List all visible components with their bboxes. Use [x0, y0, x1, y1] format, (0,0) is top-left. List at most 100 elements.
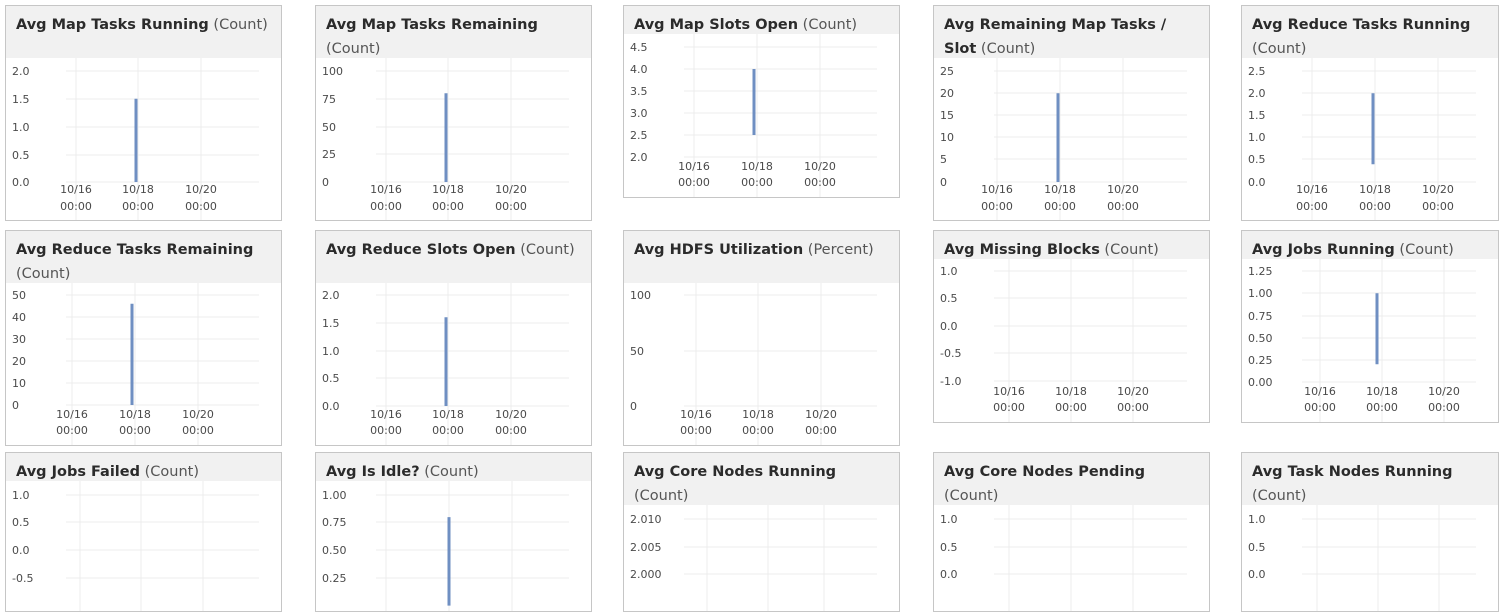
chart-panel-avg-hdfs-utilization: Avg HDFS Utilization (Percent) 100 50 0 10/1… [623, 230, 900, 446]
chart-unit: (Count) [1252, 41, 1307, 57]
y-tick-label: 0.0 [1248, 176, 1266, 189]
x-tick-label-time: 00:00 [993, 401, 1025, 414]
chart-panel-avg-remaining-map-tasks-slot: Avg Remaining Map Tasks / Slot (Count) 25… [933, 5, 1210, 221]
x-tick-label-date: 10/16 [678, 160, 710, 173]
x-tick-label-time: 00:00 [432, 200, 464, 213]
y-tick-label: 25 [322, 148, 336, 161]
chart-panel-avg-jobs-failed: Avg Jobs Failed (Count) 1.0 0.5 0.0 -0.5 [5, 452, 282, 612]
x-tick-label-date: 10/20 [495, 408, 527, 421]
chart-title: Avg Missing Blocks (Count) [934, 231, 1209, 259]
y-tick-label: 2.000 [630, 568, 662, 581]
chart-svg: 4.5 4.0 3.5 3.0 2.5 2.0 10/16 00:00 10/18 00:00 10… [630, 34, 877, 197]
x-tick-label-date: 10/16 [981, 183, 1013, 196]
x-tick-label-date: 10/16 [370, 183, 402, 196]
y-tick-label: 2.0 [630, 151, 648, 164]
y-tick-label: 50 [322, 121, 336, 134]
y-tick-label: 1.0 [12, 121, 30, 134]
x-tick-label-time: 00:00 [119, 424, 151, 437]
chart-unit: (Count) [634, 488, 689, 504]
x-tick-label-time: 00:00 [182, 424, 214, 437]
chart-unit: (Count) [140, 464, 199, 480]
x-tick-label-date: 10/20 [185, 183, 217, 196]
x-tick-label-time: 00:00 [1428, 401, 1460, 414]
y-tick-label: 10 [940, 131, 954, 144]
chart-title-text: Avg Missing Blocks [944, 242, 1100, 258]
chart-title-text: Avg Core Nodes Running [634, 464, 837, 480]
y-tick-label: 0.0 [12, 176, 30, 189]
y-tick-label: 30 [12, 333, 26, 346]
y-tick-label: 3.0 [630, 107, 648, 120]
chart-panel-avg-reduce-slots-open: Avg Reduce Slots Open (Count) 2.0 1.5 1.0 0.… [315, 230, 592, 446]
y-tick-label: 50 [12, 289, 26, 302]
chart-title: Avg Task Nodes Running (Count) [1242, 453, 1498, 505]
chart-plot: 1.0 0.5 0.0 [934, 505, 1209, 611]
chart-title: Avg Core Nodes Running (Count) [624, 453, 899, 505]
chart-plot: 1.00 0.75 0.50 0.25 [316, 481, 591, 611]
x-tick-label-date: 10/18 [742, 408, 774, 421]
y-tick-label: 0.0 [940, 568, 958, 581]
y-tick-label: -1.0 [940, 375, 961, 388]
chart-plot: 50 40 30 20 10 0 10/16 00:00 10/18 00:00 10/20 00:0… [6, 283, 281, 445]
chart-panel-avg-map-tasks-running: Avg Map Tasks Running (Count) 2.0 1.5 1.0 0.… [5, 5, 282, 221]
y-tick-label: 0 [322, 176, 329, 189]
y-tick-label: 2.010 [630, 513, 662, 526]
y-tick-label: 40 [12, 311, 26, 324]
x-tick-label-date: 10/20 [1422, 183, 1454, 196]
chart-unit: (Count) [1099, 242, 1159, 258]
chart-title-text: Avg Map Slots Open [634, 17, 799, 33]
x-tick-label-time: 00:00 [1107, 200, 1139, 213]
y-tick-label: 0.0 [1248, 568, 1266, 581]
x-tick-label-date: 10/16 [60, 183, 92, 196]
y-tick-label: 0.5 [940, 541, 958, 554]
chart-title: Avg Remaining Map Tasks / Slot (Count) [934, 6, 1209, 58]
chart-svg: 1.00 0.75 0.50 0.25 [322, 481, 569, 611]
y-tick-label: 0.5 [12, 149, 30, 162]
y-tick-label: 0.00 [1248, 376, 1273, 389]
chart-plot: 1.0 0.5 0.0 -0.5 -1.0 10/16 00:00 10/18 00:00 10/… [934, 259, 1209, 422]
chart-unit: (Count) [1252, 488, 1307, 504]
chart-unit: (Count) [419, 464, 479, 480]
chart-plot: 2.0 1.5 1.0 0.5 0.0 10/16 00:00 10/18 00:00 10/20… [316, 283, 591, 445]
y-tick-label: -0.5 [940, 347, 961, 360]
y-tick-label: 1.0 [12, 489, 30, 502]
y-tick-label: 0.5 [1248, 541, 1266, 554]
chart-unit: (Percent) [803, 242, 874, 258]
x-tick-label-time: 00:00 [1296, 200, 1328, 213]
y-tick-label: 0.75 [1248, 310, 1273, 323]
y-tick-label: 1.00 [1248, 287, 1273, 300]
y-tick-label: 50 [630, 345, 644, 358]
chart-svg: 1.0 0.5 0.0 [940, 505, 1187, 611]
chart-plot: 25 20 15 10 5 0 10/16 00:00 10/18 00:00 10/20 00:00 [934, 58, 1209, 220]
chart-title-text: Avg Reduce Slots Open [326, 242, 516, 258]
chart-panel-avg-map-tasks-remaining: Avg Map Tasks Remaining (Count) 100 75 50 25… [315, 5, 592, 221]
chart-title: Avg HDFS Utilization (Percent) [624, 231, 899, 283]
chart-unit: (Count) [208, 17, 268, 33]
chart-panel-avg-reduce-tasks-remaining: Avg Reduce Tasks Remaining (Count) 50 40 30… [5, 230, 282, 446]
x-tick-label-time: 00:00 [1117, 401, 1149, 414]
chart-plot: 1.25 1.00 0.75 0.50 0.25 0.00 10/16 00:00 10/18 0… [1242, 259, 1498, 422]
y-tick-label: 1.5 [12, 93, 30, 106]
y-tick-label: 2.0 [1248, 87, 1266, 100]
y-tick-label: 4.0 [630, 63, 648, 76]
chart-svg: 2.0 1.5 1.0 0.5 0.0 10/16 00:00 10/18 00:00 10/20… [12, 58, 259, 220]
x-tick-label-date: 10/16 [993, 385, 1025, 398]
y-tick-label: 1.00 [322, 489, 347, 502]
chart-panel-avg-core-nodes-pending: Avg Core Nodes Pending (Count) 1.0 0.5 0.0 [933, 452, 1210, 612]
x-tick-label-date: 10/20 [495, 183, 527, 196]
x-tick-label-time: 00:00 [370, 424, 402, 437]
y-tick-label: 75 [322, 93, 336, 106]
y-tick-label: 2.5 [1248, 65, 1266, 78]
x-tick-label-time: 00:00 [1304, 401, 1336, 414]
chart-unit: (Count) [326, 41, 381, 57]
chart-unit: (Count) [515, 242, 575, 258]
y-tick-label: 1.25 [1248, 265, 1273, 278]
x-tick-label-time: 00:00 [56, 424, 88, 437]
x-tick-label-date: 10/16 [1296, 183, 1328, 196]
y-tick-label: 2.5 [630, 129, 648, 142]
y-tick-label: 3.5 [630, 85, 648, 98]
chart-title-text: Avg Map Tasks Running [16, 17, 209, 33]
y-tick-label: 0.5 [940, 292, 958, 305]
chart-title-text: Avg Jobs Failed [16, 464, 140, 480]
y-tick-label: 0.0 [940, 320, 958, 333]
y-tick-label: 0.25 [1248, 354, 1273, 367]
